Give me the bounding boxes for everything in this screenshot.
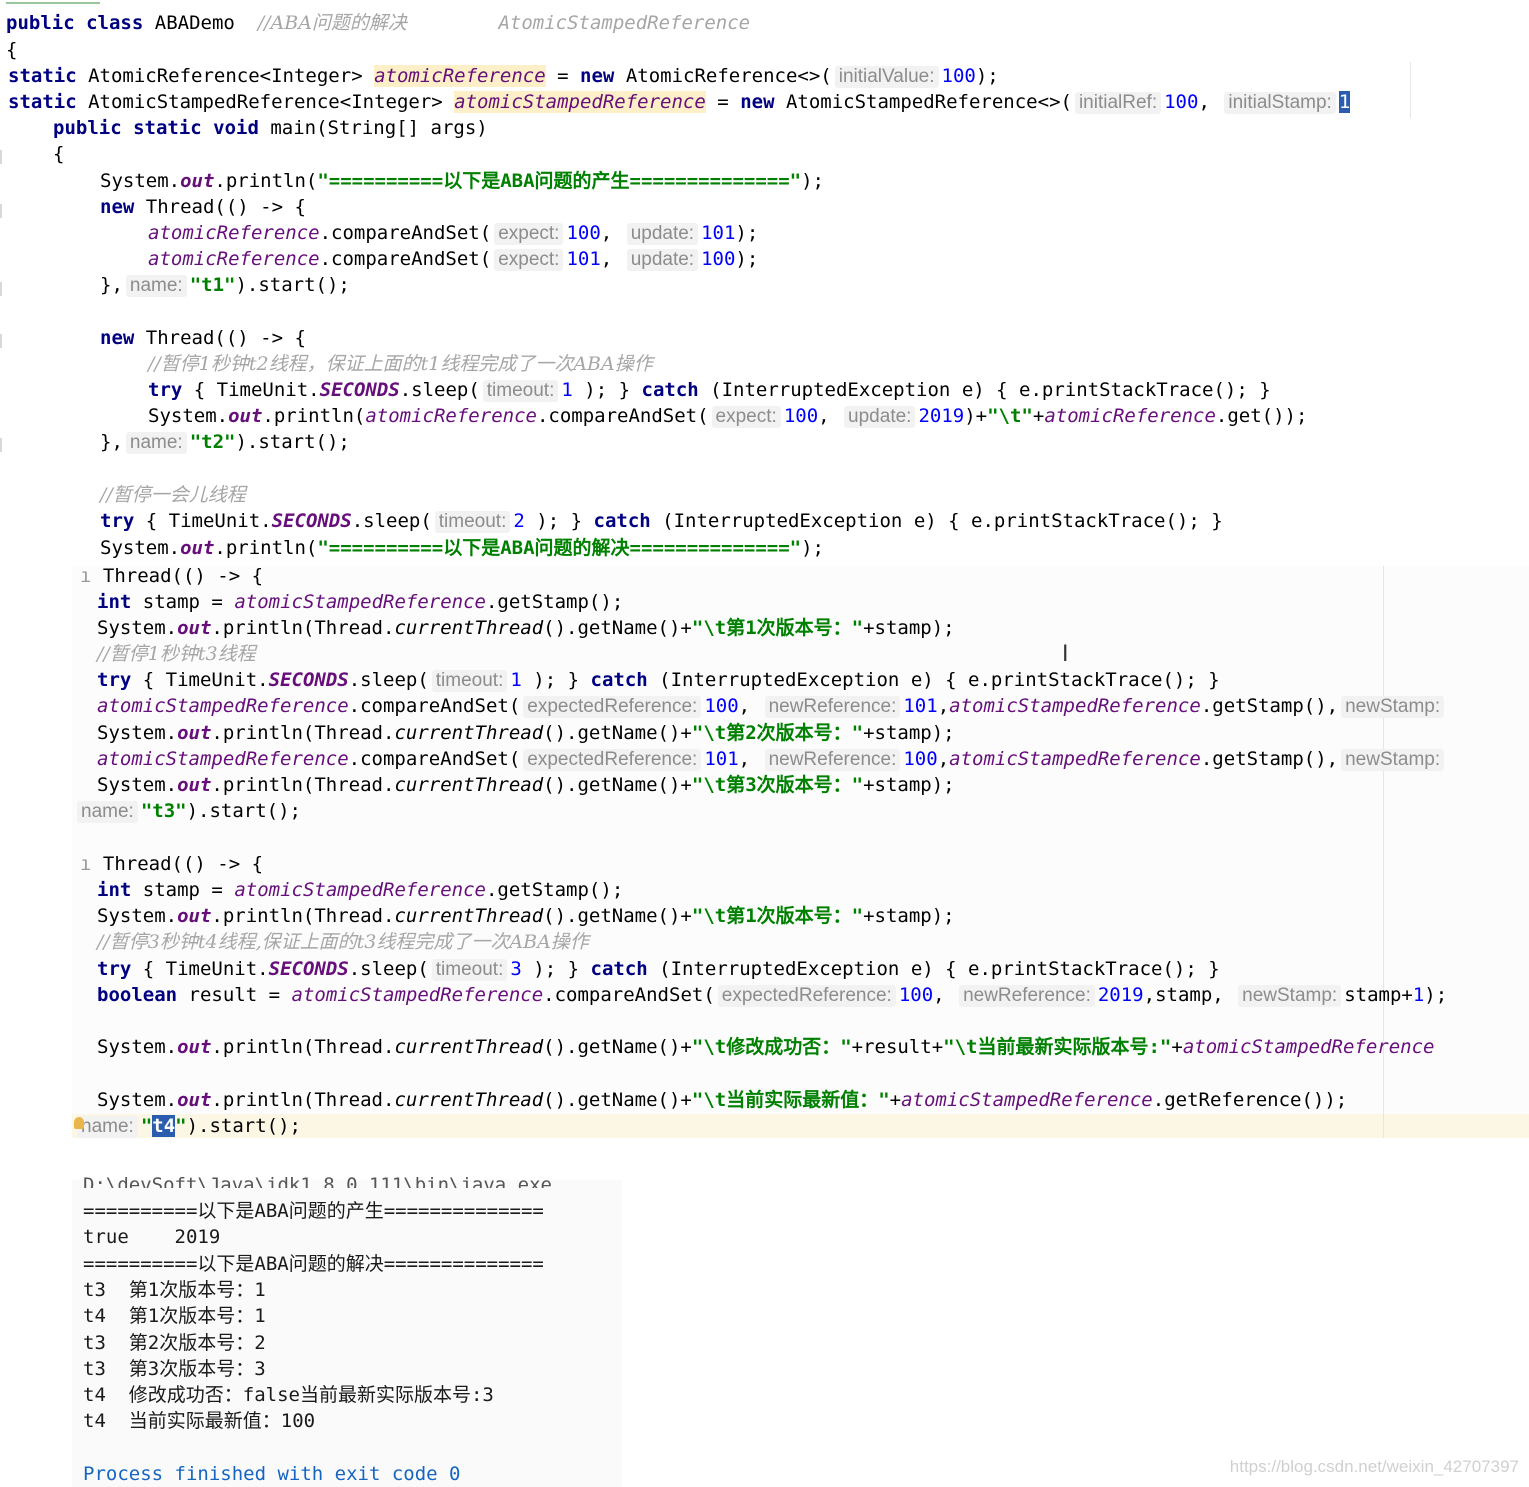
code-line-8: new Thread(() -> { xyxy=(100,196,306,218)
code-line-29: name: "t3").start(); xyxy=(74,798,301,824)
code-line-2: { xyxy=(6,39,18,61)
code-line-32: System.out.println(Thread.currentThread(… xyxy=(97,905,955,927)
param-hint: name: xyxy=(125,432,187,454)
param-hint: newStamp: xyxy=(1238,985,1342,1007)
code-line-15: System.out.println(atomicReference.compa… xyxy=(148,405,1308,428)
console-line: t4 修改成功否：false当前最新实际版本号:3 xyxy=(83,1384,494,1406)
code-line-18: try { TimeUnit.SECONDS.sleep(timeout: 2 )… xyxy=(100,510,1223,533)
code-line-19: System.out.println("==========以下是ABA问题的解… xyxy=(100,537,824,559)
code-line-4: static AtomicStampedReference<Integer> a… xyxy=(8,91,1351,114)
code-line-13: //暂停1秒钟t2线程，保证上面的t1线程完成了一次ABA操作 xyxy=(148,353,653,375)
console-command-line: D:\devSoft\Java\jdk1.8.0_111\bin\java.ex… xyxy=(83,1174,598,1188)
code-line-14: try { TimeUnit.SECONDS.sleep(timeout: 1 )… xyxy=(148,379,1271,402)
code-line-20: ı Thread(() -> { xyxy=(80,565,264,587)
process-finished-line: Process finished with exit code 0 xyxy=(83,1463,461,1485)
code-line-24: try { TimeUnit.SECONDS.sleep(timeout: 1 )… xyxy=(97,669,1220,692)
code-line-9: atomicReference.compareAndSet(expect: 100… xyxy=(148,222,759,245)
param-hint: expect: xyxy=(711,406,781,428)
console-line: ==========以下是ABA问题的解决============== xyxy=(83,1253,544,1275)
code-line-28: System.out.println(Thread.currentThread(… xyxy=(97,774,955,796)
param-hint: timeout: xyxy=(431,670,508,692)
code-line-7: System.out.println("==========以下是ABA问题的产… xyxy=(100,170,824,192)
lightbulb-icon[interactable] xyxy=(74,1117,84,1129)
gutter-fold-icon[interactable]: ı xyxy=(80,853,91,875)
param-hint: newStamp: xyxy=(1341,696,1445,718)
param-hint: initialRef: xyxy=(1074,92,1162,114)
code-line-21: int stamp = atomicStampedReference.getSt… xyxy=(97,591,624,613)
code-line-36: System.out.println(Thread.currentThread(… xyxy=(97,1036,1435,1058)
param-hint: expectedReference: xyxy=(717,985,896,1007)
code-line-25: atomicStampedReference.compareAndSet(exp… xyxy=(97,693,1447,719)
console-line: true 2019 xyxy=(83,1226,221,1248)
param-hint: newStamp: xyxy=(1341,749,1445,771)
param-hint: update: xyxy=(626,223,699,245)
param-hint: name: xyxy=(77,801,138,823)
param-hint: newReference: xyxy=(764,749,901,771)
gutter-fold-icon[interactable]: ı xyxy=(80,565,91,587)
tab-indicator xyxy=(6,2,100,4)
param-hint: expectedReference: xyxy=(523,696,702,718)
code-line-26: System.out.println(Thread.currentThread(… xyxy=(97,722,955,744)
fold-marker[interactable] xyxy=(0,334,8,348)
code-line-27: atomicStampedReference.compareAndSet(exp… xyxy=(97,746,1447,772)
console-line: t3 第3次版本号：3 xyxy=(83,1358,266,1380)
code-line-34: try { TimeUnit.SECONDS.sleep(timeout: 3 )… xyxy=(97,958,1220,981)
param-hint: timeout: xyxy=(482,380,559,402)
param-hint: expect: xyxy=(494,249,564,271)
param-hint: name: xyxy=(125,275,187,297)
console-line: t4 当前实际最新值：100 xyxy=(83,1410,316,1432)
console-line: t3 第2次版本号：2 xyxy=(83,1332,266,1354)
fold-marker[interactable] xyxy=(0,282,8,296)
top-right-margin-line xyxy=(1410,62,1411,118)
code-line-35: boolean result = atomicStampedReference.… xyxy=(97,984,1448,1007)
code-line-23: //暂停1秒钟t3线程 xyxy=(97,643,256,665)
code-line-16: }, name: "t2").start(); xyxy=(100,431,350,454)
param-hint: expectedReference: xyxy=(523,749,702,771)
code-line-3: static AtomicReference<Integer> atomicRe… xyxy=(8,65,999,88)
code-line-17: //暂停一会儿线程 xyxy=(100,484,246,506)
param-hint: newReference: xyxy=(959,985,1095,1007)
code-line-11: }, name: "t1").start(); xyxy=(100,274,350,297)
code-line-37: System.out.println(Thread.currentThread(… xyxy=(97,1089,1348,1111)
console-line: ==========以下是ABA问题的产生============== xyxy=(83,1200,544,1222)
fold-marker[interactable] xyxy=(0,438,8,452)
param-hint: timeout: xyxy=(434,511,511,533)
text-caret-selection[interactable]: 1 xyxy=(1338,91,1351,113)
param-hint: initialValue: xyxy=(834,66,939,88)
fold-marker[interactable] xyxy=(0,204,8,218)
param-hint: name: xyxy=(77,1116,138,1138)
code-line-5: public static void main(String[] args) xyxy=(53,117,488,139)
fold-marker[interactable] xyxy=(0,150,8,164)
console-line: t4 第1次版本号：1 xyxy=(83,1305,266,1327)
param-hint: newReference: xyxy=(764,696,901,718)
code-line-10: atomicReference.compareAndSet(expect: 101… xyxy=(148,248,759,271)
i-beam-cursor-icon: I xyxy=(1062,642,1069,667)
param-hint: expect: xyxy=(494,223,564,245)
param-hint: update: xyxy=(626,249,699,271)
console-line: t3 第1次版本号：1 xyxy=(83,1279,266,1301)
code-line-22: System.out.println(Thread.currentThread(… xyxy=(97,617,955,639)
code-line-33: //暂停3秒钟t4线程,保证上面的t3线程完成了一次ABA操作 xyxy=(97,931,589,953)
code-line-38: name: "t4").start(); xyxy=(74,1113,301,1139)
code-line-6: { xyxy=(53,143,65,165)
code-line-30: ı Thread(() -> { xyxy=(80,853,264,875)
param-hint: update: xyxy=(844,406,916,428)
code-line-12: new Thread(() -> { xyxy=(100,327,306,349)
code-line-31: int stamp = atomicStampedReference.getSt… xyxy=(97,879,624,901)
selected-text[interactable]: t4 xyxy=(152,1115,176,1137)
param-hint: timeout: xyxy=(431,959,508,981)
param-hint: initialStamp: xyxy=(1224,92,1336,114)
code-line-1: public class ABADemo //ABA问题的解决 AtomicSt… xyxy=(6,12,751,34)
watermark: https://blog.csdn.net/weixin_42707397 xyxy=(1229,1457,1519,1476)
